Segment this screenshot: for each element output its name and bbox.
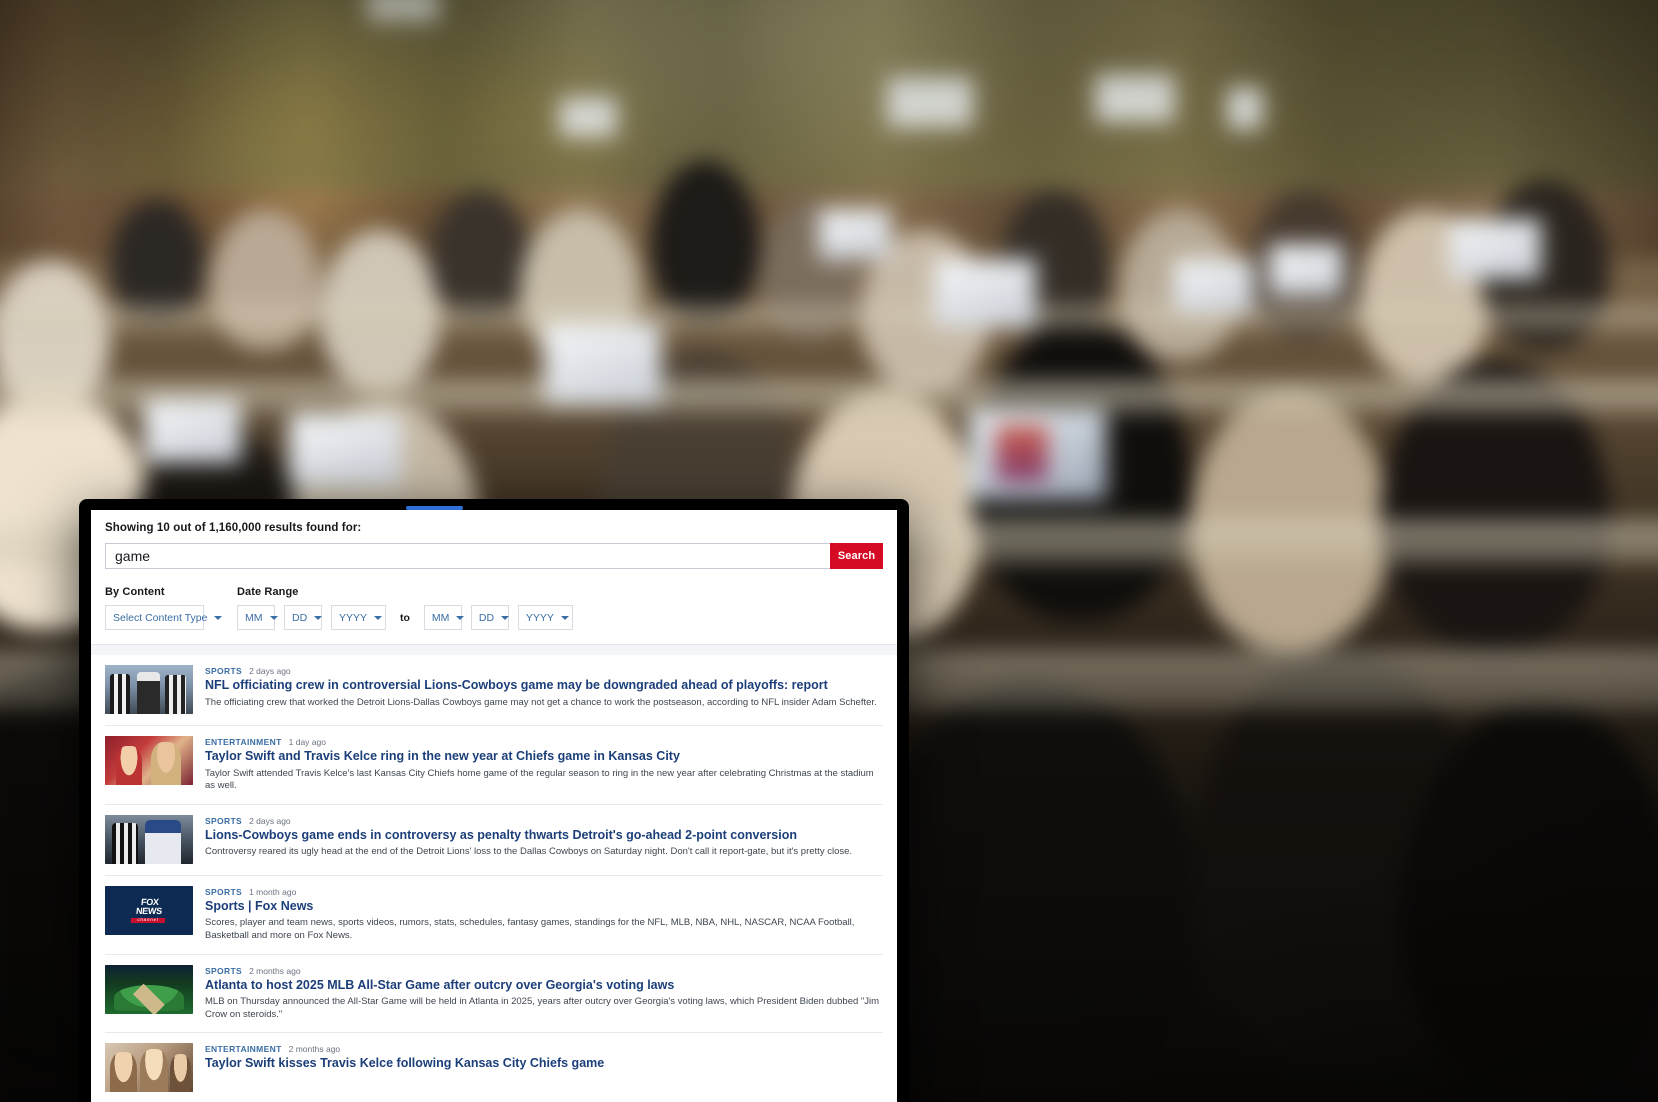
list-item[interactable]: FOX NEWS channel SPORTS 1 month ago Spor…: [105, 876, 883, 955]
result-category[interactable]: ENTERTAINMENT: [205, 737, 282, 747]
list-item[interactable]: SPORTS 2 months ago Atlanta to host 2025…: [105, 955, 883, 1034]
list-item[interactable]: ENTERTAINMENT 1 day ago Taylor Swift and…: [105, 726, 883, 805]
result-body: SPORTS 1 month ago Sports | Fox News Sco…: [205, 886, 883, 943]
by-content-label: By Content: [105, 586, 165, 598]
result-body: SPORTS 2 months ago Atlanta to host 2025…: [205, 965, 883, 1022]
search-results-page: Showing 10 out of 1,160,000 results foun…: [91, 510, 897, 1102]
fox-logo-mid: NEWS: [135, 905, 163, 916]
swift-kelce-kiss-photo-icon: [105, 1043, 193, 1093]
result-timestamp: 2 months ago: [249, 965, 301, 976]
fox-news-logo-icon: FOX NEWS channel: [105, 885, 193, 935]
chevron-down-icon: [456, 615, 465, 620]
result-title[interactable]: NFL officiating crew in controversial Li…: [205, 678, 883, 694]
chevron-down-icon: [314, 615, 323, 620]
search-panel: Showing 10 out of 1,160,000 results foun…: [91, 510, 897, 644]
result-title[interactable]: Lions-Cowboys game ends in controversy a…: [205, 828, 883, 844]
result-timestamp: 2 days ago: [249, 815, 291, 826]
search-row: Search: [105, 543, 883, 569]
from-day-select[interactable]: DD: [284, 605, 323, 630]
date-range-group: Date Range MM DD YYYY to MM DD YYYY: [237, 586, 573, 630]
content-type-value: Select Content Type: [113, 611, 208, 624]
until-month-value: MM: [431, 611, 450, 624]
date-to-label: to: [400, 611, 410, 624]
result-category[interactable]: SPORTS: [205, 816, 242, 826]
chevron-down-icon: [269, 615, 278, 620]
result-timestamp: 1 month ago: [249, 886, 297, 897]
chevron-down-icon: [560, 615, 569, 620]
result-meta: SPORTS 2 days ago: [205, 666, 883, 676]
result-meta: SPORTS 2 days ago: [205, 816, 883, 826]
referees-photo-icon: [105, 665, 193, 714]
result-title[interactable]: Taylor Swift and Travis Kelce ring in th…: [205, 749, 883, 765]
from-day-value: DD: [292, 611, 308, 624]
result-thumbnail[interactable]: [105, 964, 193, 1014]
result-thumbnail[interactable]: [105, 665, 193, 714]
until-year-value: YYYY: [525, 611, 554, 624]
until-month-select[interactable]: MM: [423, 605, 465, 630]
from-month-value: MM: [245, 611, 263, 624]
chevron-down-icon: [214, 615, 223, 620]
search-button[interactable]: Search: [830, 543, 883, 569]
result-title[interactable]: Taylor Swift kisses Travis Kelce followi…: [205, 1056, 883, 1072]
chevron-down-icon: [374, 615, 383, 620]
result-meta: ENTERTAINMENT 2 months ago: [205, 1044, 883, 1054]
content-type-select[interactable]: Select Content Type: [105, 605, 223, 630]
result-meta: SPORTS 1 month ago: [205, 887, 883, 897]
date-selects-row: MM DD YYYY to MM DD YYYY: [237, 605, 573, 630]
result-body: ENTERTAINMENT 1 day ago Taylor Swift and…: [205, 736, 883, 793]
until-day-select[interactable]: DD: [470, 605, 510, 630]
baseball-stadium-photo-icon: [105, 964, 193, 1014]
filters-row: By Content Select Content Type Date Rang…: [105, 586, 883, 630]
results-count-text: Showing 10 out of 1,160,000 results foun…: [105, 522, 362, 534]
results-list: SPORTS 2 days ago NFL officiating crew i…: [91, 655, 897, 1102]
result-description: Taylor Swift attended Travis Kelce's las…: [205, 767, 874, 792]
fox-logo-bottom: channel: [130, 917, 166, 923]
date-range-label: Date Range: [237, 586, 299, 598]
from-year-value: YYYY: [339, 611, 368, 624]
swift-kelce-photo-icon: [105, 736, 193, 785]
result-body: ENTERTAINMENT 2 months ago Taylor Swift …: [205, 1043, 883, 1075]
search-input[interactable]: [105, 543, 830, 569]
list-item[interactable]: ENTERTAINMENT 2 months ago Taylor Swift …: [105, 1033, 883, 1102]
result-category[interactable]: ENTERTAINMENT: [205, 1044, 282, 1054]
result-title[interactable]: Sports | Fox News: [205, 899, 883, 915]
result-thumbnail[interactable]: FOX NEWS channel: [105, 885, 193, 935]
section-gap: [91, 645, 897, 655]
until-day-value: DD: [478, 611, 495, 624]
until-year-select[interactable]: YYYY: [517, 605, 573, 630]
browser-window: Showing 10 out of 1,160,000 results foun…: [79, 499, 909, 1102]
result-timestamp: 2 months ago: [288, 1044, 341, 1055]
result-description: Controversy reared its ugly head at the …: [205, 846, 853, 858]
result-title[interactable]: Atlanta to host 2025 MLB All-Star Game a…: [205, 978, 883, 994]
from-year-select[interactable]: YYYY: [331, 605, 386, 630]
result-timestamp: 1 day ago: [288, 737, 326, 747]
result-category[interactable]: SPORTS: [205, 666, 242, 676]
result-thumbnail[interactable]: [105, 1043, 193, 1093]
result-category[interactable]: SPORTS: [205, 887, 242, 897]
result-category[interactable]: SPORTS: [205, 966, 242, 976]
result-description: Scores, player and team news, sports vid…: [205, 917, 855, 941]
result-body: SPORTS 2 days ago Lions-Cowboys game end…: [205, 815, 883, 859]
result-meta: ENTERTAINMENT 1 day ago: [205, 737, 883, 747]
result-description: The officiating crew that worked the Det…: [205, 696, 877, 708]
from-month-select[interactable]: MM: [237, 605, 278, 630]
result-body: SPORTS 2 days ago NFL officiating crew i…: [205, 665, 883, 709]
chevron-down-icon: [501, 615, 510, 620]
list-item[interactable]: SPORTS 2 days ago NFL officiating crew i…: [105, 655, 883, 726]
browser-viewport: Showing 10 out of 1,160,000 results foun…: [91, 510, 897, 1102]
by-content-group: By Content Select Content Type: [105, 586, 223, 630]
lions-cowboys-photo-icon: [105, 814, 193, 864]
result-timestamp: 2 days ago: [249, 666, 291, 676]
list-item[interactable]: SPORTS 2 days ago Lions-Cowboys game end…: [105, 805, 883, 876]
result-meta: SPORTS 2 months ago: [205, 966, 883, 976]
result-thumbnail[interactable]: [105, 814, 193, 864]
result-description: MLB on Thursday announced the All-Star G…: [205, 996, 880, 1020]
result-thumbnail[interactable]: [105, 736, 193, 785]
